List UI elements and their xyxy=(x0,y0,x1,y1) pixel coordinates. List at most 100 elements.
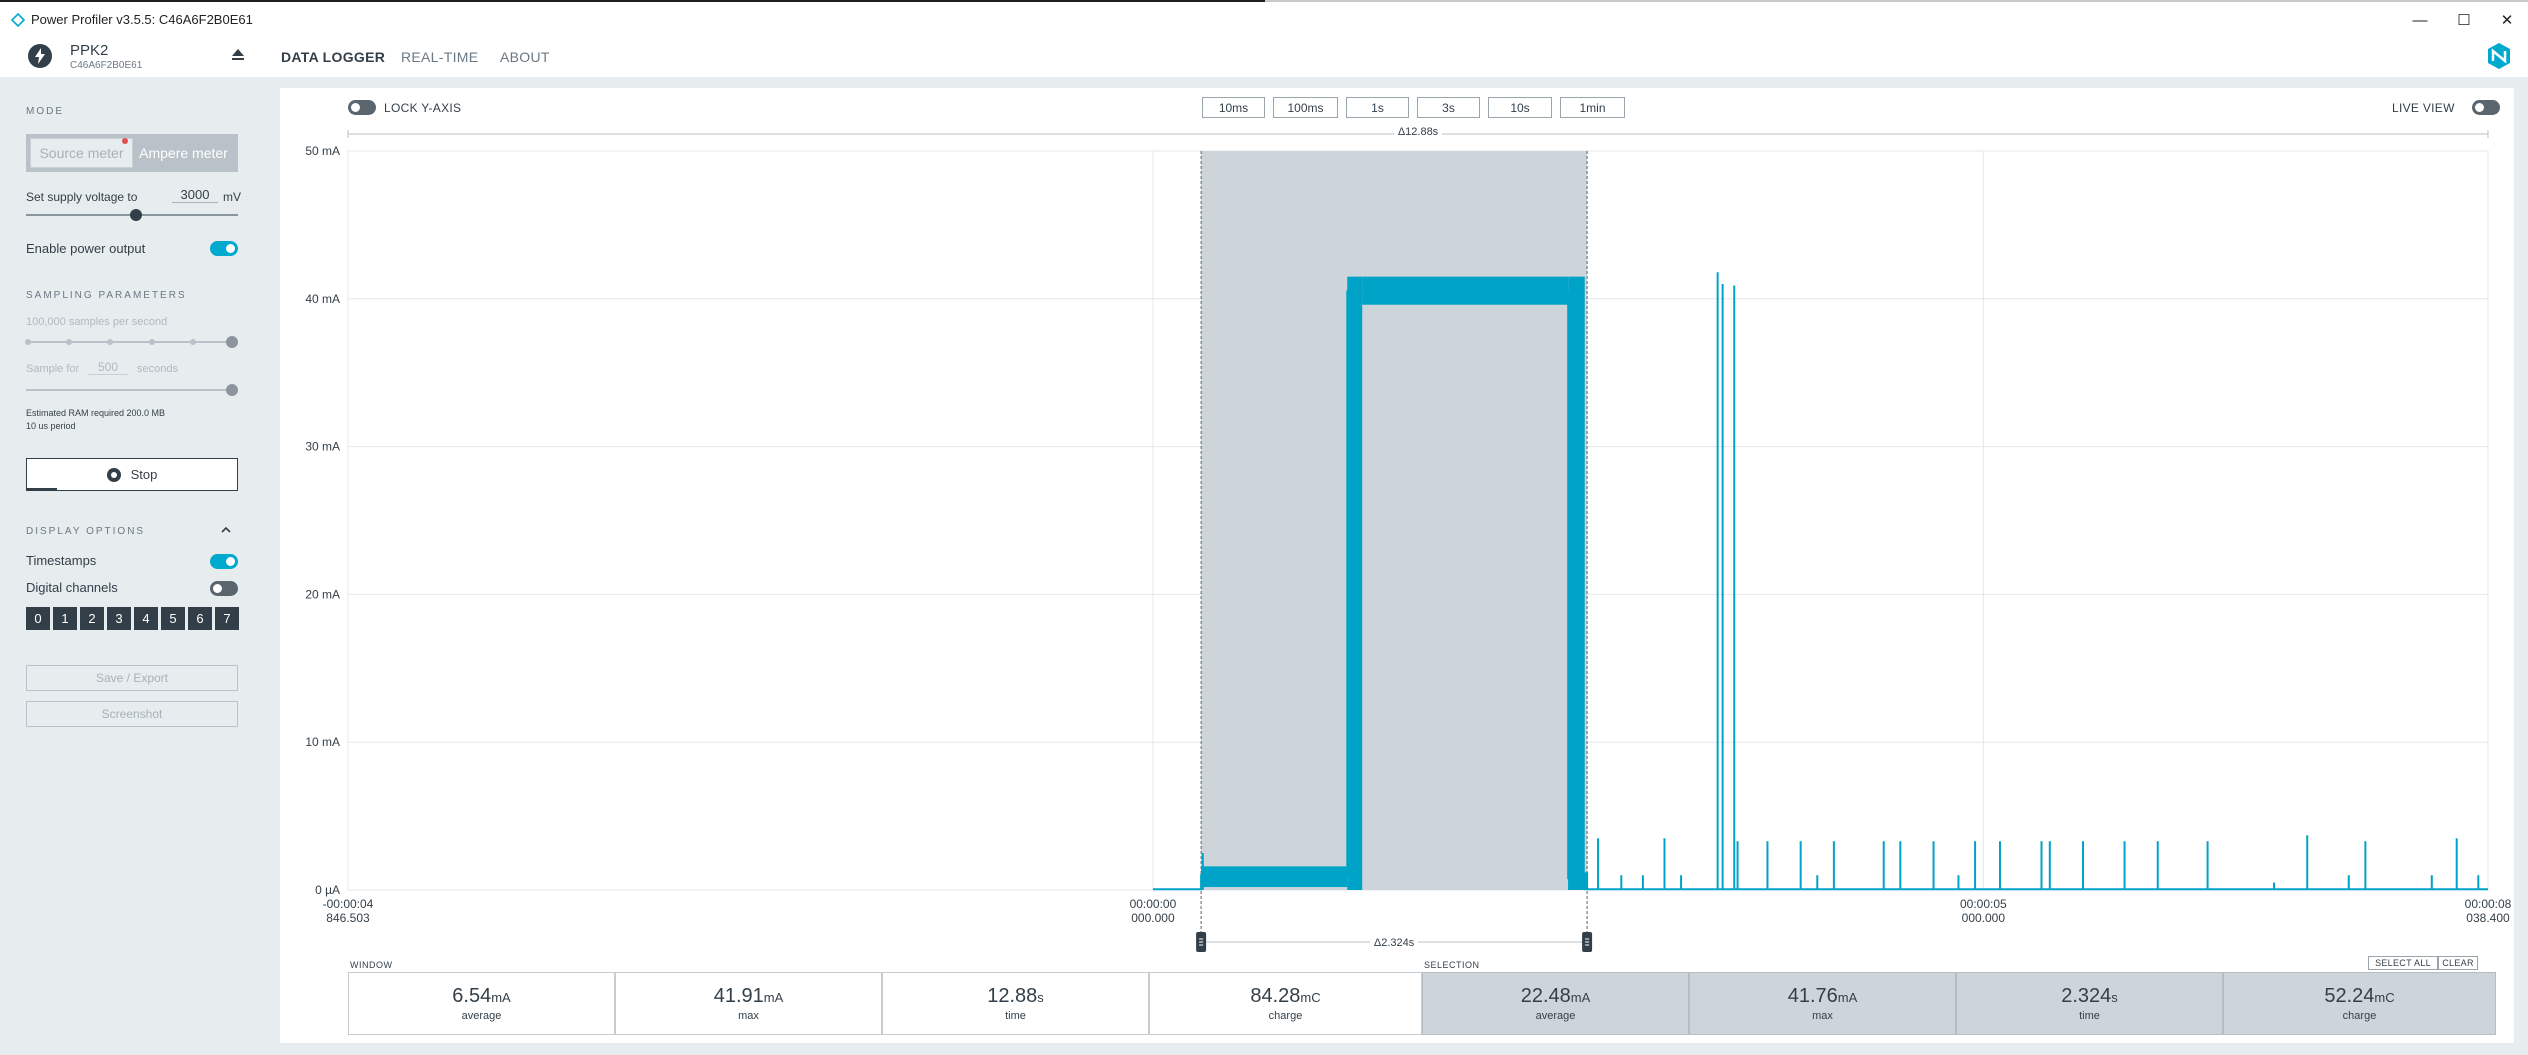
selection-stats: 22.48mA average 41.76mA max 2.324s time 52.… xyxy=(1422,972,2496,1035)
x-tick-label: 846.503 xyxy=(326,911,370,925)
window-delta-label: Δ12.88s xyxy=(1398,126,1439,138)
stop-button-label: Stop xyxy=(130,467,158,482)
sample-rate-tick xyxy=(25,339,31,345)
channel-5-button[interactable]: 5 xyxy=(161,607,185,630)
sample-rate-tick xyxy=(66,339,72,345)
lightning-icon xyxy=(35,48,45,64)
y-tick-label: 20 mA xyxy=(305,587,340,601)
supply-voltage-unit: mV xyxy=(223,190,241,204)
mode-alert-dot xyxy=(122,138,128,144)
selection-end-handle[interactable] xyxy=(1582,932,1593,952)
channel-4-button[interactable]: 4 xyxy=(134,607,158,630)
y-tick-label: 40 mA xyxy=(305,292,340,306)
save-export-button[interactable]: Save / Export xyxy=(26,665,238,691)
sample-period: 10 us period xyxy=(26,421,76,431)
device-serial: C46A6F2B0E61 xyxy=(70,60,143,71)
channel-3-button[interactable]: 3 xyxy=(107,607,131,630)
timestamps-toggle[interactable] xyxy=(210,554,238,569)
digital-channels-toggle[interactable] xyxy=(210,581,238,596)
window-max-stat: 41.91mA max xyxy=(615,972,882,1035)
stop-button[interactable]: Stop xyxy=(26,458,238,491)
x-tick-label: 00:00:00 xyxy=(1130,897,1177,911)
clear-selection-button[interactable]: CLEAR xyxy=(2438,956,2478,970)
window-average-stat: 6.54mA average xyxy=(348,972,615,1035)
x-tick-label: 000.000 xyxy=(1131,911,1175,925)
sample-duration-prefix: Sample for xyxy=(26,363,80,375)
mode-toggle-group: Source meter Ampere meter xyxy=(26,134,238,172)
sample-duration-suffix: seconds xyxy=(137,363,178,375)
selection-average-stat: 22.48mA average xyxy=(1422,972,1689,1035)
sample-rate-slider-handle[interactable] xyxy=(226,336,238,348)
channel-0-button[interactable]: 0 xyxy=(26,607,50,630)
digital-channel-buttons: 0 1 2 3 4 5 6 7 xyxy=(26,607,239,630)
timestamps-label: Timestamps xyxy=(26,553,97,568)
maximize-icon[interactable]: ☐ xyxy=(2442,8,2486,32)
tab-data-logger[interactable]: DATA LOGGER xyxy=(281,49,385,65)
digital-channels-label: Digital channels xyxy=(26,580,118,595)
sample-rate-tick xyxy=(190,339,196,345)
sampling-progress xyxy=(27,488,57,490)
x-tick-label: 000.000 xyxy=(1962,911,2006,925)
window-titlebar: Power Profiler v3.5.5: C46A6F2B0E61 — ☐ … xyxy=(0,0,2528,37)
sample-rate-label: 100,000 samples per second xyxy=(26,316,168,328)
record-icon xyxy=(106,467,121,482)
main-panel: LOCK Y-AXIS 10ms 100ms 1s 3s 10s 1min LI… xyxy=(280,88,2514,1043)
device-selector[interactable] xyxy=(28,44,52,68)
chart-area[interactable]: 0 µA 10 mA 20 mA 30 mA 40 mA 50 mA -00:00:04 84… xyxy=(280,88,2514,958)
estimated-ram: Estimated RAM required 200.0 MB xyxy=(26,408,166,418)
window-title: Power Profiler v3.5.5: C46A6F2B0E61 xyxy=(31,12,253,27)
sample-duration-slider-handle[interactable] xyxy=(226,384,238,396)
chevron-up-icon[interactable] xyxy=(220,525,232,535)
tab-real-time[interactable]: REAL-TIME xyxy=(401,49,478,65)
x-tick-label: 00:00:08 xyxy=(2465,897,2512,911)
select-all-button[interactable]: SELECT ALL xyxy=(2368,956,2438,970)
selection-delta-label: Δ2.324s xyxy=(1374,937,1415,949)
display-options-title: DISPLAY OPTIONS xyxy=(26,526,146,537)
window-time-stat: 12.88s time xyxy=(882,972,1149,1035)
sample-rate-tick xyxy=(107,339,113,345)
tab-about[interactable]: ABOUT xyxy=(500,49,550,65)
power-output-toggle[interactable] xyxy=(210,241,238,256)
y-tick-label: 50 mA xyxy=(305,144,340,158)
x-tick-label: 00:00:05 xyxy=(1960,897,2007,911)
close-icon[interactable]: ✕ xyxy=(2485,8,2528,32)
power-profiler-app-icon xyxy=(11,13,25,27)
channel-1-button[interactable]: 1 xyxy=(53,607,77,630)
supply-voltage-input[interactable]: 3000 xyxy=(172,187,218,203)
channel-7-button[interactable]: 7 xyxy=(215,607,239,630)
sample-duration-slider[interactable] xyxy=(26,389,232,391)
minimize-icon[interactable]: — xyxy=(2398,8,2442,32)
y-tick-label: 30 mA xyxy=(305,440,340,454)
current-low-band xyxy=(1201,866,1348,888)
mode-section-title: MODE xyxy=(26,106,64,117)
selection-region xyxy=(1201,151,1588,890)
selection-max-stat: 41.76mA max xyxy=(1689,972,1956,1035)
current-chart[interactable]: 0 µA 10 mA 20 mA 30 mA 40 mA 50 mA -00:00:0484… xyxy=(280,88,2514,958)
selection-start-handle[interactable] xyxy=(1196,932,1207,952)
x-tick-label: -00:00:04 xyxy=(323,897,374,911)
selection-time-stat: 2.324s time xyxy=(1956,972,2223,1035)
ampere-meter-button[interactable]: Ampere meter xyxy=(133,138,234,168)
selection-stats-title: SELECTION xyxy=(1424,960,1480,970)
window-stats-title: WINDOW xyxy=(350,960,393,970)
device-name: PPK2 xyxy=(70,42,109,59)
x-tick-label: 038.400 xyxy=(2466,911,2510,925)
supply-voltage-label: Set supply voltage to xyxy=(26,190,138,204)
supply-voltage-slider-handle[interactable] xyxy=(130,209,142,221)
titlebar-accent-line xyxy=(1265,0,2528,2)
eject-icon[interactable] xyxy=(230,46,246,62)
sample-rate-slider[interactable] xyxy=(26,341,232,343)
window-charge-stat: 84.28mC charge xyxy=(1149,972,1422,1035)
sample-duration-input[interactable]: 500 xyxy=(88,360,128,375)
channel-6-button[interactable]: 6 xyxy=(188,607,212,630)
window-stats: 6.54mA average 41.91mA max 12.88s time 84.2… xyxy=(348,972,1422,1035)
screenshot-button[interactable]: Screenshot xyxy=(26,701,238,727)
top-bar: PPK2 C46A6F2B0E61 DATA LOGGER REAL-TIME … xyxy=(0,37,2528,77)
sidebar: MODE Source meter Ampere meter Set suppl… xyxy=(0,77,262,1055)
nordic-logo xyxy=(2488,43,2510,69)
power-output-label: Enable power output xyxy=(26,241,146,256)
source-meter-button[interactable]: Source meter xyxy=(30,138,133,168)
channel-2-button[interactable]: 2 xyxy=(80,607,104,630)
sampling-section-title: SAMPLING PARAMETERS xyxy=(26,290,187,301)
y-tick-label: 0 µA xyxy=(315,883,340,897)
